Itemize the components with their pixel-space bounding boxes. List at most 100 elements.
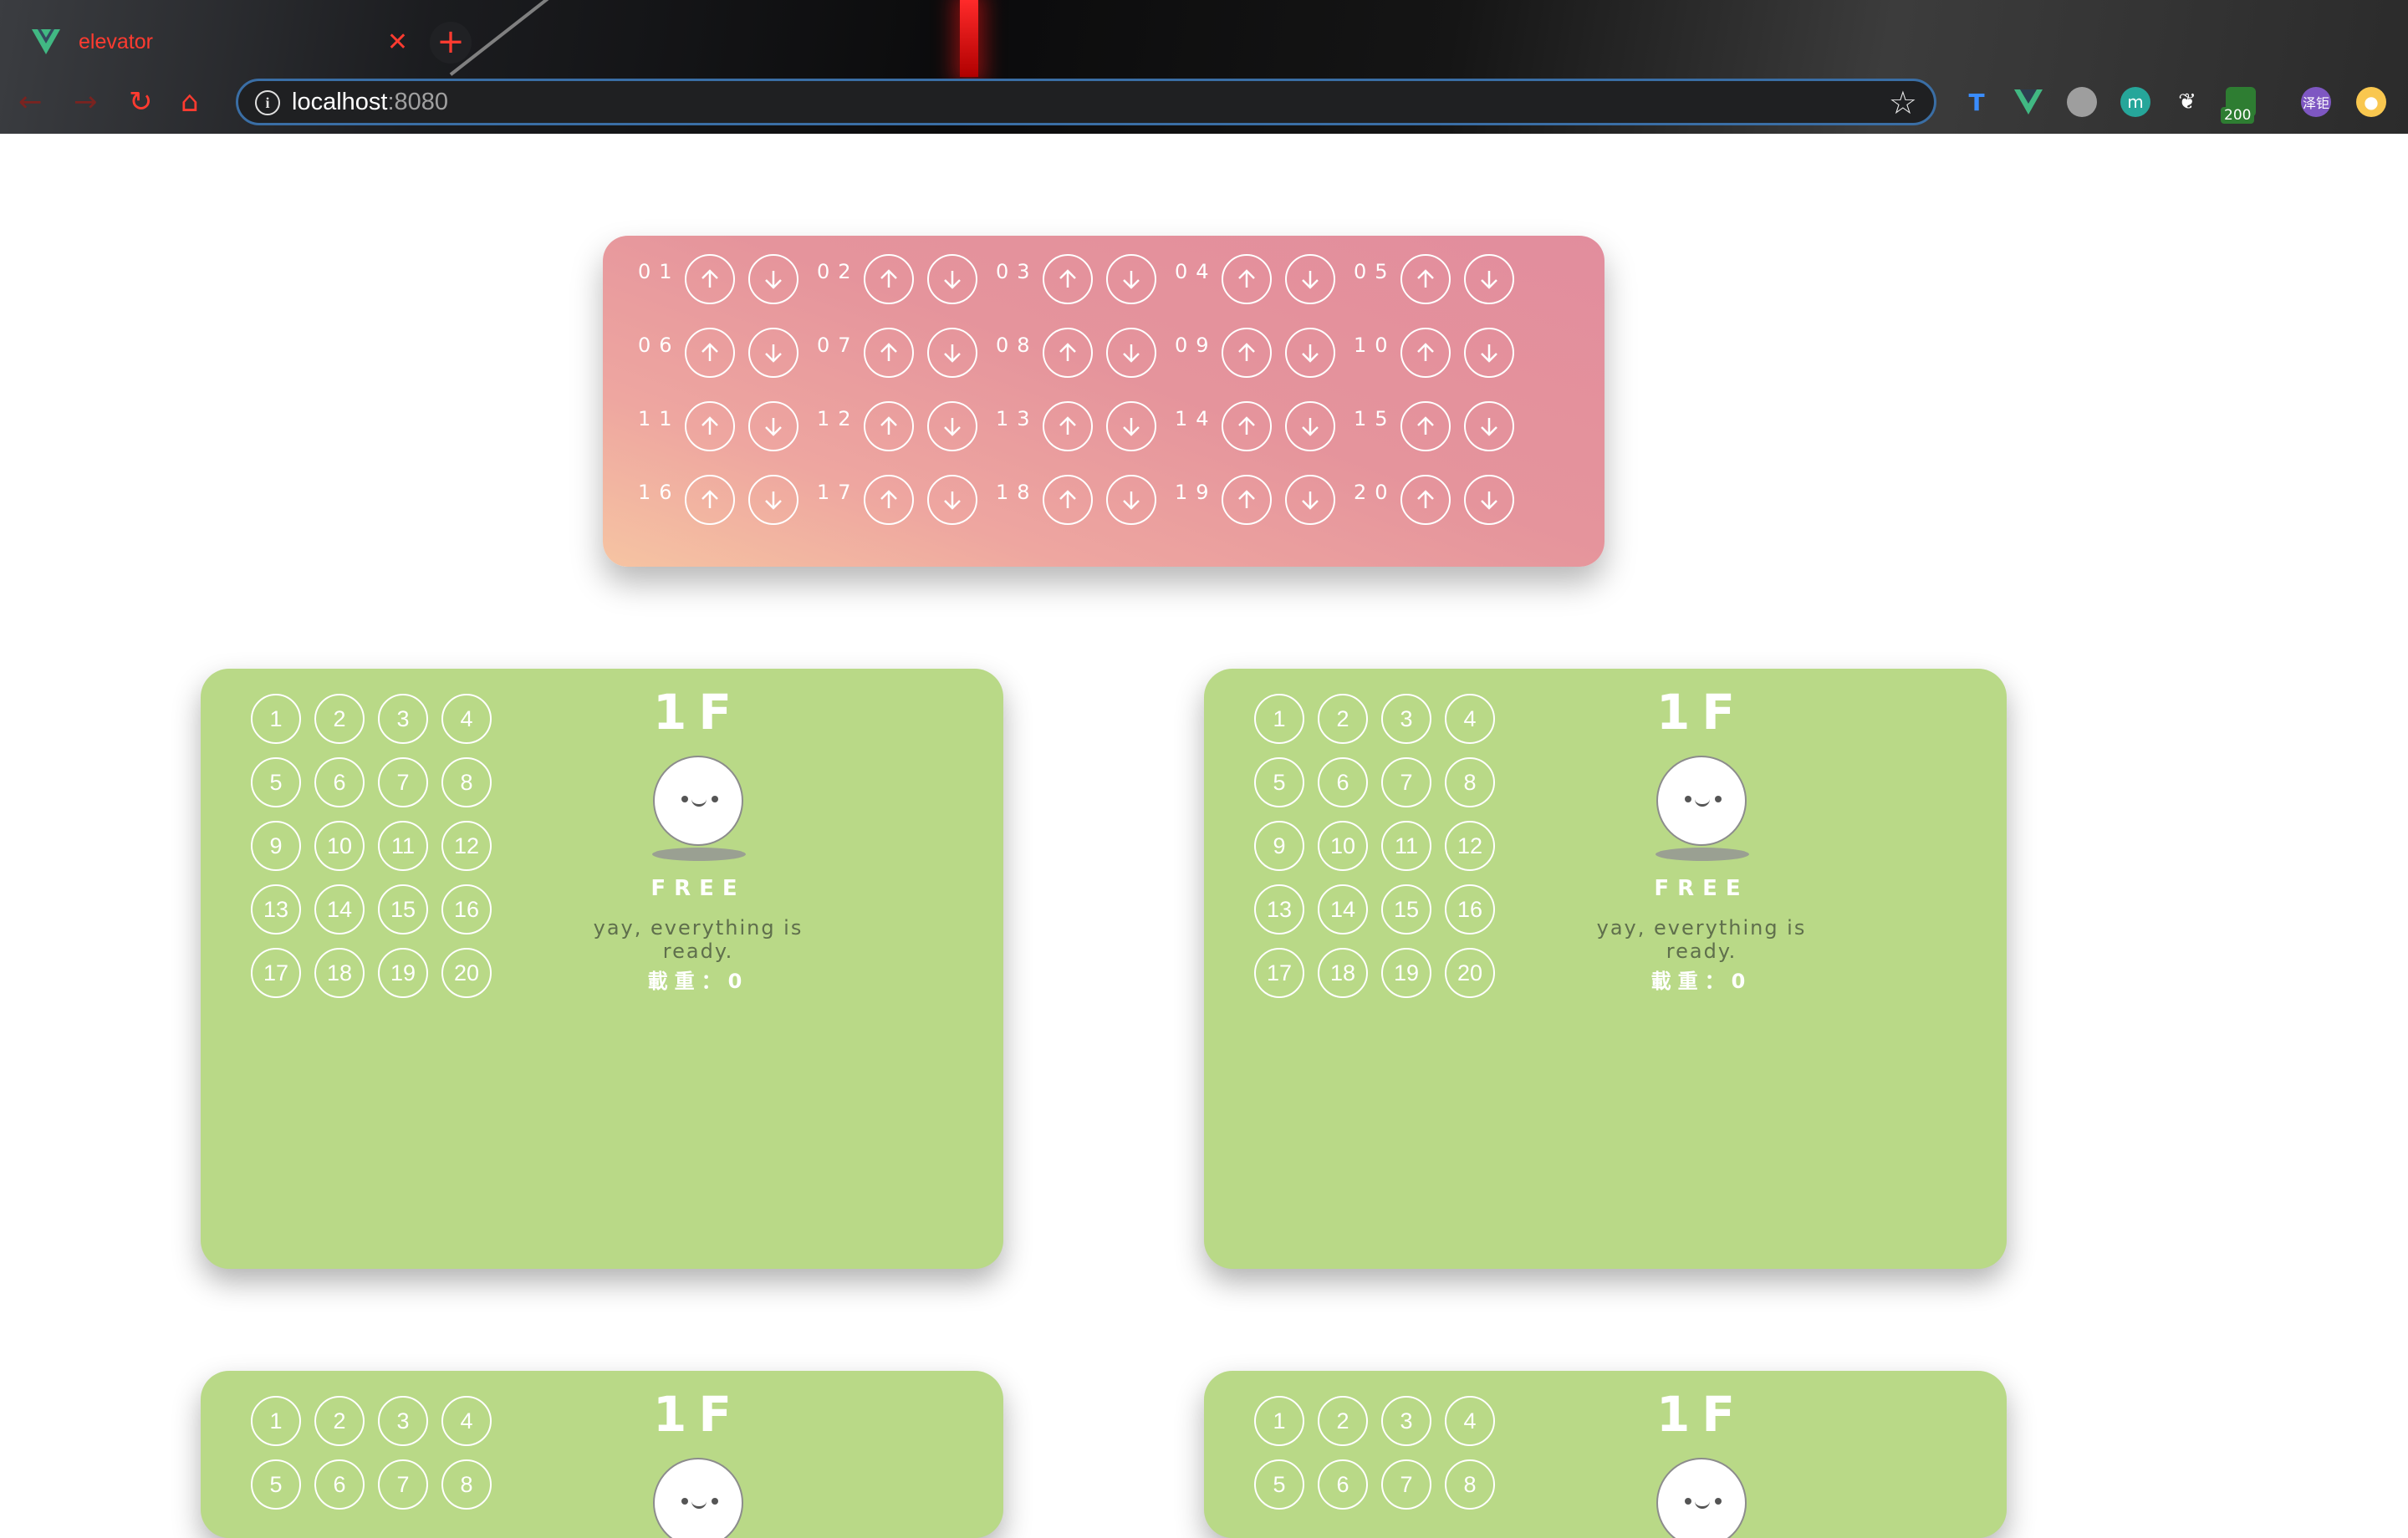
floor-key[interactable]: 7 xyxy=(1381,757,1431,807)
floor-key[interactable]: 8 xyxy=(441,1459,492,1510)
call-down-button[interactable] xyxy=(1106,475,1156,525)
floor-key[interactable]: 10 xyxy=(1318,821,1368,871)
forward-arrow-icon[interactable]: → xyxy=(74,84,98,120)
call-down-button[interactable] xyxy=(1106,401,1156,451)
call-down-button[interactable] xyxy=(1464,254,1514,304)
floor-key[interactable]: 12 xyxy=(1445,821,1495,871)
browser-tab[interactable]: elevator ✕ xyxy=(23,18,408,65)
floor-key[interactable]: 20 xyxy=(441,948,492,998)
new-tab-button[interactable]: + xyxy=(430,22,472,64)
floor-key[interactable]: 17 xyxy=(251,948,301,998)
floor-key[interactable]: 5 xyxy=(1254,757,1304,807)
call-down-button[interactable] xyxy=(927,475,977,525)
call-down-button[interactable] xyxy=(927,254,977,304)
floor-key[interactable]: 7 xyxy=(378,757,428,807)
floor-key[interactable]: 3 xyxy=(378,1396,428,1446)
call-down-button[interactable] xyxy=(748,254,798,304)
floor-key[interactable]: 15 xyxy=(378,884,428,935)
floor-key[interactable]: 3 xyxy=(378,694,428,744)
call-up-button[interactable] xyxy=(685,328,735,378)
call-up-button[interactable] xyxy=(1043,401,1093,451)
call-up-button[interactable] xyxy=(1222,475,1272,525)
call-down-button[interactable] xyxy=(1106,328,1156,378)
floor-key[interactable]: 4 xyxy=(441,694,492,744)
circle-ext-icon[interactable] xyxy=(2067,87,2097,117)
floor-key[interactable]: 15 xyxy=(1381,884,1431,935)
call-up-button[interactable] xyxy=(1043,328,1093,378)
bookmark-star-icon[interactable]: ☆ xyxy=(1889,84,1917,121)
floor-key[interactable]: 14 xyxy=(1318,884,1368,935)
floor-key[interactable]: 16 xyxy=(1445,884,1495,935)
call-up-button[interactable] xyxy=(1043,475,1093,525)
call-up-button[interactable] xyxy=(864,254,914,304)
floor-key[interactable]: 13 xyxy=(1254,884,1304,935)
floor-key[interactable]: 8 xyxy=(441,757,492,807)
notification-icon[interactable]: ● xyxy=(2356,87,2386,117)
floor-key[interactable]: 1 xyxy=(1254,1396,1304,1446)
floor-key[interactable]: 1 xyxy=(1254,694,1304,744)
call-down-button[interactable] xyxy=(927,328,977,378)
floor-key[interactable]: 11 xyxy=(1381,821,1431,871)
vue-devtools-icon[interactable] xyxy=(2013,87,2043,117)
floor-key[interactable]: 7 xyxy=(378,1459,428,1510)
floor-key[interactable]: 16 xyxy=(441,884,492,935)
floor-key[interactable]: 6 xyxy=(314,1459,365,1510)
tab-close-icon[interactable]: ✕ xyxy=(387,28,408,57)
floor-key[interactable]: 2 xyxy=(1318,1396,1368,1446)
call-up-button[interactable] xyxy=(864,401,914,451)
counter-ext-icon[interactable]: 200 xyxy=(2221,87,2256,124)
floor-key[interactable]: 8 xyxy=(1445,757,1495,807)
site-info-icon[interactable]: i xyxy=(255,90,280,115)
floor-key[interactable]: 4 xyxy=(441,1396,492,1446)
floor-key[interactable]: 1 xyxy=(251,694,301,744)
floor-key[interactable]: 6 xyxy=(1318,757,1368,807)
floor-key[interactable]: 7 xyxy=(1381,1459,1431,1510)
floor-key[interactable]: 19 xyxy=(378,948,428,998)
m-ext-icon[interactable]: m xyxy=(2120,87,2150,117)
address-bar[interactable]: i localhost:8080 ☆ xyxy=(236,79,1936,125)
call-down-button[interactable] xyxy=(748,328,798,378)
floor-key[interactable]: 10 xyxy=(314,821,365,871)
floor-key[interactable]: 1 xyxy=(251,1396,301,1446)
back-arrow-icon[interactable]: ← xyxy=(18,84,43,120)
home-icon[interactable]: ⌂ xyxy=(181,84,199,120)
floor-key[interactable]: 6 xyxy=(1318,1459,1368,1510)
floor-key[interactable]: 3 xyxy=(1381,1396,1431,1446)
call-up-button[interactable] xyxy=(685,254,735,304)
floor-key[interactable]: 5 xyxy=(251,757,301,807)
floor-key[interactable]: 6 xyxy=(314,757,365,807)
url-text[interactable]: localhost:8080 xyxy=(292,89,448,116)
floor-key[interactable]: 14 xyxy=(314,884,365,935)
floor-key[interactable]: 2 xyxy=(314,694,365,744)
call-up-button[interactable] xyxy=(1400,401,1451,451)
call-down-button[interactable] xyxy=(1464,328,1514,378)
floor-key[interactable]: 3 xyxy=(1381,694,1431,744)
floor-key[interactable]: 17 xyxy=(1254,948,1304,998)
avatar-icon[interactable]: 泽钜 xyxy=(2301,87,2331,117)
call-down-button[interactable] xyxy=(748,475,798,525)
call-up-button[interactable] xyxy=(1400,328,1451,378)
floor-key[interactable]: 12 xyxy=(441,821,492,871)
call-up-button[interactable] xyxy=(1222,254,1272,304)
call-down-button[interactable] xyxy=(748,401,798,451)
call-down-button[interactable] xyxy=(1285,401,1335,451)
floor-key[interactable]: 2 xyxy=(1318,694,1368,744)
call-down-button[interactable] xyxy=(1285,475,1335,525)
floor-key[interactable]: 4 xyxy=(1445,694,1495,744)
gitee-icon[interactable]: ❦ xyxy=(2172,87,2202,117)
call-down-button[interactable] xyxy=(1464,401,1514,451)
floor-key[interactable]: 9 xyxy=(1254,821,1304,871)
floor-key[interactable]: 20 xyxy=(1445,948,1495,998)
tampermonkey-icon[interactable]: T xyxy=(1962,87,1992,117)
floor-key[interactable]: 5 xyxy=(251,1459,301,1510)
floor-key[interactable]: 13 xyxy=(251,884,301,935)
call-down-button[interactable] xyxy=(927,401,977,451)
call-up-button[interactable] xyxy=(1222,328,1272,378)
call-up-button[interactable] xyxy=(685,475,735,525)
floor-key[interactable]: 19 xyxy=(1381,948,1431,998)
call-up-button[interactable] xyxy=(685,401,735,451)
floor-key[interactable]: 5 xyxy=(1254,1459,1304,1510)
call-down-button[interactable] xyxy=(1464,475,1514,525)
call-up-button[interactable] xyxy=(1400,475,1451,525)
call-down-button[interactable] xyxy=(1285,328,1335,378)
